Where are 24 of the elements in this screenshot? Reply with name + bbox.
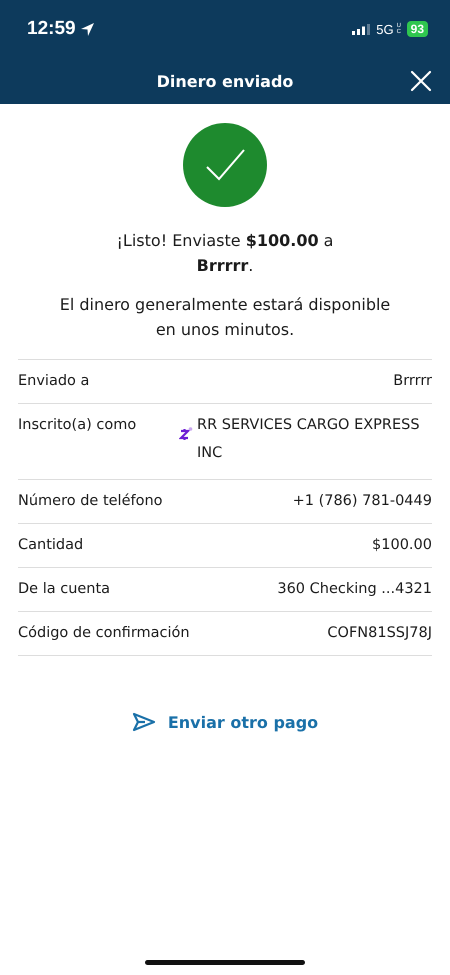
detail-value: 360 Checking ...4321 — [277, 580, 432, 599]
signal-icon — [352, 24, 370, 34]
location-arrow-icon — [80, 22, 95, 36]
clock-time: 12:59 — [27, 18, 76, 40]
detail-value: COFN81SSJ78J — [327, 624, 432, 643]
detail-label: Enviado a — [18, 372, 90, 391]
detail-label: Inscrito(a) como — [18, 416, 136, 435]
detail-value: RR SERVICES CARGO EXPRESS INC — [197, 416, 421, 463]
battery-level: 93 — [406, 21, 428, 37]
send-icon — [132, 712, 156, 732]
availability-note: El dinero generalmente estará disponible en unos minutos. — [58, 294, 392, 341]
detail-label: De la cuenta — [18, 580, 110, 599]
confirmation-message: ¡Listo! Enviaste $100.00 a Brrrrr. — [116, 230, 334, 277]
detail-label: Número de teléfono — [18, 492, 163, 511]
detail-value: $100.00 — [372, 536, 432, 555]
detail-value: +1 (786) 781-0449 — [292, 492, 432, 511]
detail-value: Brrrrr — [393, 372, 432, 391]
send-another-payment-button[interactable]: Enviar otro pago — [128, 708, 322, 736]
network-label: 5G — [376, 22, 394, 36]
screen-title: Dinero enviado — [156, 72, 294, 90]
detail-label: Código de confirmación — [18, 624, 190, 643]
zelle-logo-icon — [179, 426, 193, 442]
success-check-icon — [183, 123, 267, 207]
detail-label: Cantidad — [18, 536, 84, 555]
